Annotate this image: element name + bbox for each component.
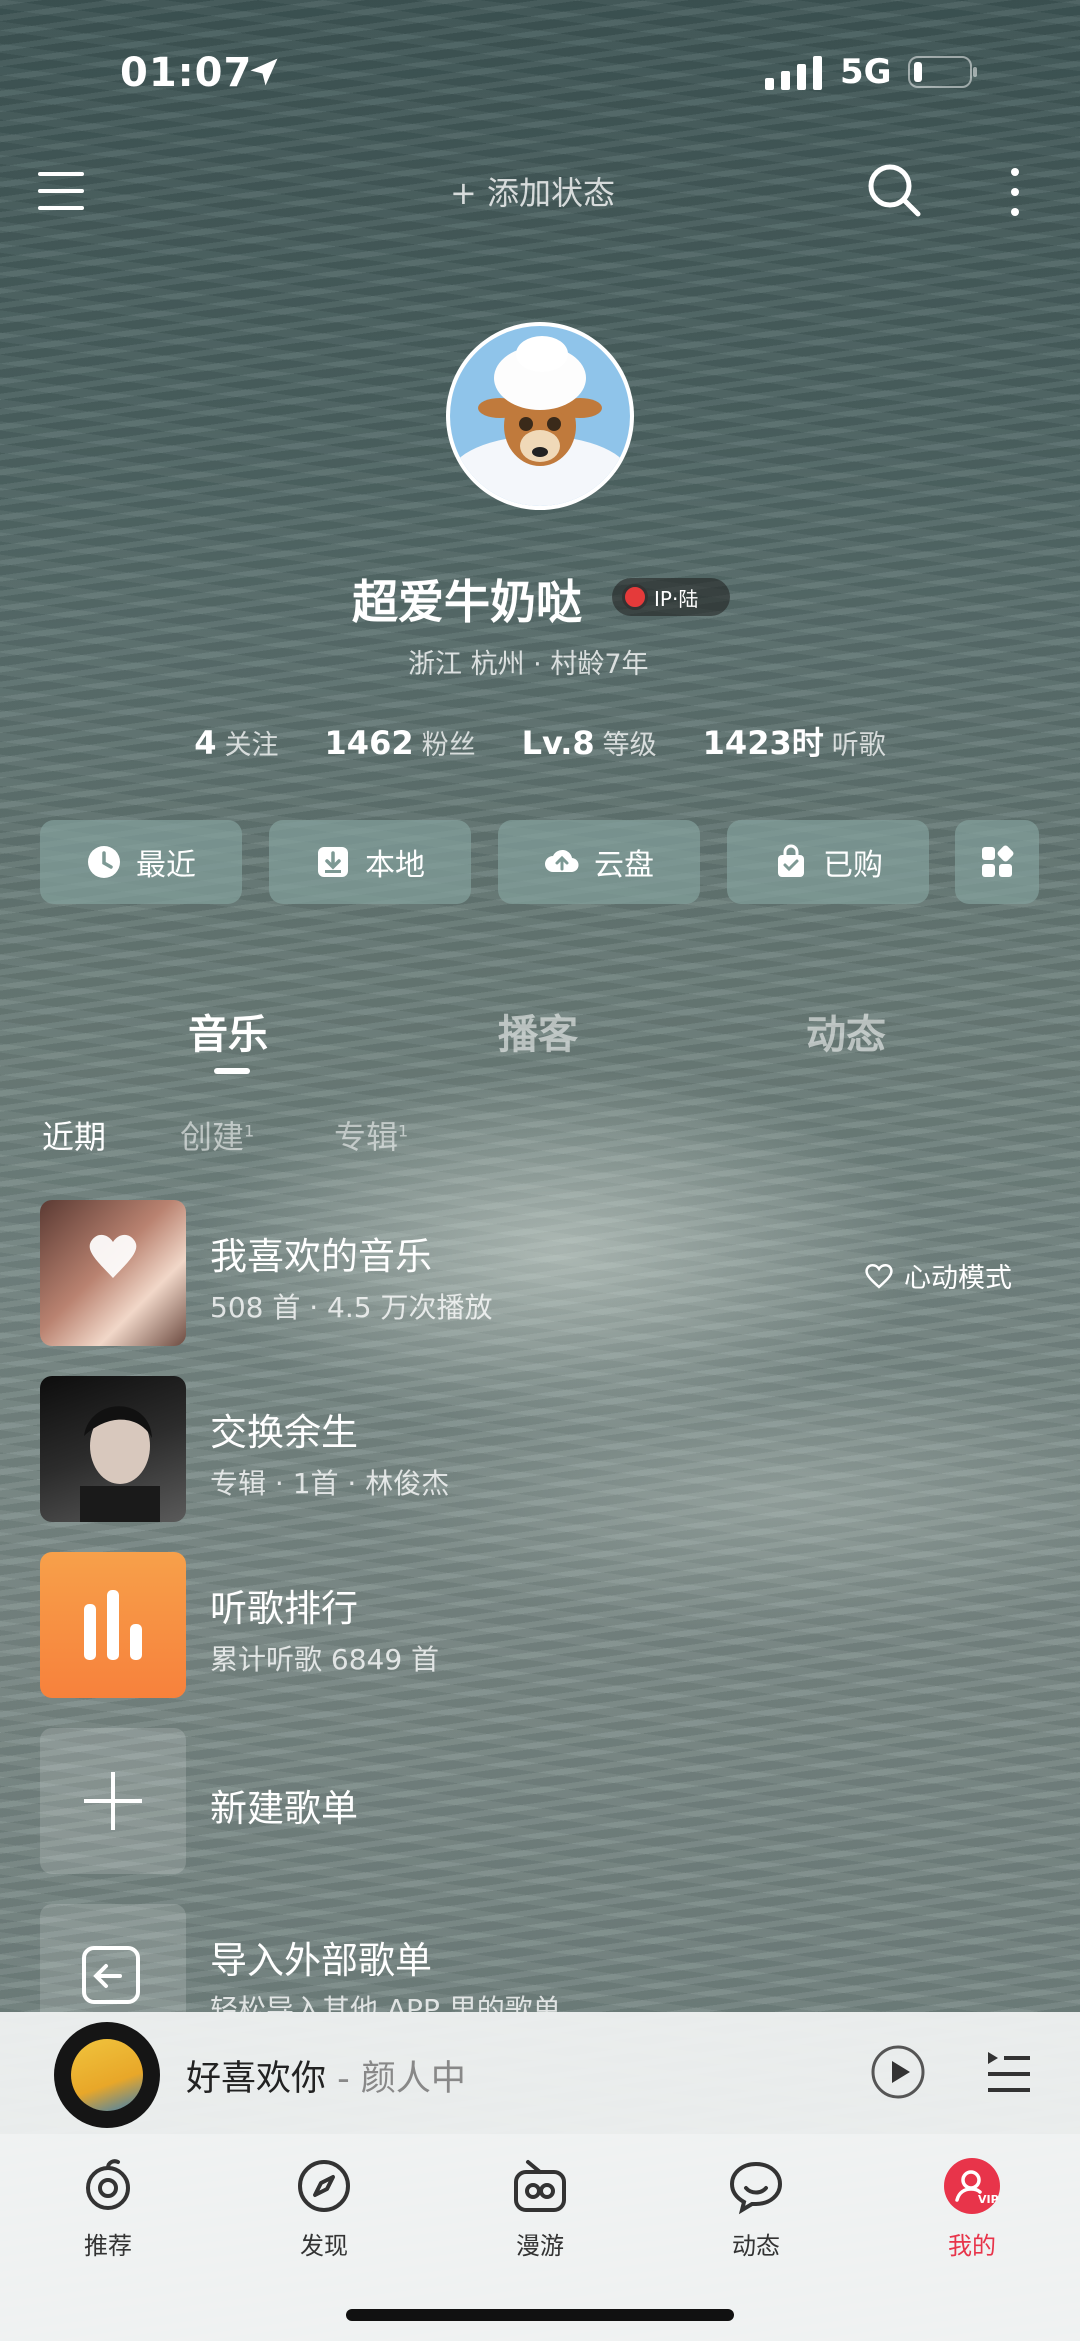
svg-text:VIP: VIP — [978, 2193, 999, 2206]
stat-follow[interactable]: 4 关注 — [194, 723, 278, 762]
menu-icon[interactable] — [38, 170, 88, 212]
tab-indicator — [214, 1068, 250, 1074]
download-icon — [318, 847, 348, 877]
nav-recommend[interactable]: 推荐 — [38, 2156, 178, 2261]
ranking-cover[interactable] — [40, 1552, 186, 1698]
status-time: 01:07 — [120, 50, 253, 96]
heartbeat-mode-button[interactable]: 心动模式 — [862, 1256, 1012, 1295]
liked-music-title[interactable]: 我喜欢的音乐 — [210, 1226, 432, 1280]
local-label: 本地 — [365, 848, 425, 883]
location-arrow-icon — [250, 58, 278, 86]
import-cover[interactable] — [40, 1904, 186, 2012]
now-playing-text[interactable]: 好喜欢你 - 颜人中 — [186, 2050, 466, 2101]
new-playlist-title[interactable]: 新建歌单 — [210, 1778, 358, 1832]
plus-icon — [84, 1772, 142, 1830]
record-icon — [622, 584, 648, 610]
tab-podcast[interactable]: 播客 — [498, 1002, 578, 1060]
nav-discover[interactable]: 发现 — [254, 2156, 394, 2261]
shopping-bag-icon — [778, 844, 804, 877]
nav-roam[interactable]: 漫游 — [470, 2156, 610, 2261]
cloud-upload-icon — [545, 849, 579, 873]
search-icon[interactable] — [866, 162, 922, 218]
artist-photo — [80, 1406, 160, 1522]
recommend-icon — [86, 2159, 130, 2210]
play-icon[interactable] — [870, 2044, 926, 2100]
song-title: 好喜欢你 — [186, 2059, 327, 2099]
profile-stats: 4 关注 1462 粉丝 Lv.8 等级 1423时 听歌 — [0, 718, 1080, 764]
now-playing-cover — [71, 2039, 143, 2111]
username: 超爱牛奶哒 — [352, 575, 582, 629]
nav-feed[interactable]: 动态 — [686, 2156, 826, 2261]
stat-fans[interactable]: 1462 粉丝 — [325, 723, 476, 762]
album-cover[interactable] — [40, 1376, 186, 1522]
purchased-label: 已购 — [823, 848, 883, 883]
location-text: 浙江 杭州 · 村龄7年 — [408, 649, 649, 680]
album-disc[interactable] — [54, 2022, 160, 2128]
import-sub: 轻松导入其他 APP 里的歌单 — [210, 1993, 561, 2012]
radio-icon — [514, 2160, 566, 2212]
subtab-recent[interactable]: 近期 — [42, 1112, 106, 1158]
add-status-button[interactable]: + 添加状态 — [450, 168, 615, 214]
playlist-queue-icon[interactable] — [984, 2048, 1032, 2096]
deer-avatar-image — [450, 326, 630, 506]
chat-icon — [729, 2161, 783, 2215]
network-type: 5G — [840, 52, 892, 92]
ip-badge-label: IP·陆 — [654, 586, 699, 611]
heart-icon — [89, 1234, 137, 1278]
nav-mine-label: 我的 — [948, 2232, 996, 2260]
more-vertical-icon[interactable] — [1004, 164, 1026, 220]
more-apps-button[interactable] — [955, 820, 1039, 904]
cloud-button[interactable]: 云盘 — [498, 820, 700, 904]
heartbeat-mode-label: 心动模式 — [904, 1263, 1012, 1294]
subtab-created[interactable]: 创建1 — [180, 1112, 254, 1158]
nav-roam-label: 漫游 — [516, 2232, 564, 2260]
new-playlist-cover[interactable] — [40, 1728, 186, 1874]
nav-recommend-label: 推荐 — [84, 2232, 132, 2260]
heart-outline-icon — [865, 1263, 893, 1289]
battery-icon — [908, 56, 977, 88]
apps-grid-icon — [982, 845, 1014, 877]
compass-icon — [298, 2160, 350, 2212]
local-button[interactable]: 本地 — [269, 820, 471, 904]
avatar[interactable] — [446, 322, 634, 510]
ranking-sub: 累计听歌 6849 首 — [210, 1643, 440, 1676]
tab-music[interactable]: 音乐 — [188, 1002, 268, 1060]
album-title[interactable]: 交换余生 — [210, 1402, 358, 1456]
nav-feed-label: 动态 — [732, 2232, 780, 2260]
clock-icon — [88, 846, 120, 878]
subtab-albums[interactable]: 专辑1 — [334, 1112, 408, 1158]
home-indicator — [346, 2309, 734, 2321]
stat-listen-time[interactable]: 1423时 听歌 — [703, 718, 886, 764]
song-artist: - 颜人中 — [326, 2059, 466, 2099]
nav-discover-label: 发现 — [300, 2232, 348, 2260]
import-icon — [82, 1946, 140, 2004]
liked-music-cover[interactable] — [40, 1200, 186, 1346]
nav-mine[interactable]: VIP 我的 — [902, 2156, 1042, 2261]
cloud-label: 云盘 — [594, 848, 654, 883]
tab-feed[interactable]: 动态 — [806, 1002, 886, 1060]
purchased-button[interactable]: 已购 — [727, 820, 929, 904]
signal-icon — [765, 56, 822, 90]
ranking-title[interactable]: 听歌排行 — [210, 1578, 358, 1632]
album-sub: 专辑 · 1首 · 林俊杰 — [210, 1467, 450, 1500]
user-vip-icon: VIP — [944, 2158, 1000, 2214]
import-sub-clip: 轻松导入其他 APP 里的歌单 — [210, 1988, 561, 2012]
recent-button[interactable]: 最近 — [40, 820, 242, 904]
stat-level[interactable]: Lv.8 等级 — [522, 723, 657, 762]
recent-label: 最近 — [136, 848, 196, 883]
ip-badge: IP·陆 — [612, 578, 730, 616]
import-title[interactable]: 导入外部歌单 — [210, 1930, 432, 1984]
bar-chart-icon — [84, 1590, 142, 1660]
liked-music-sub: 508 首 · 4.5 万次播放 — [210, 1291, 493, 1324]
